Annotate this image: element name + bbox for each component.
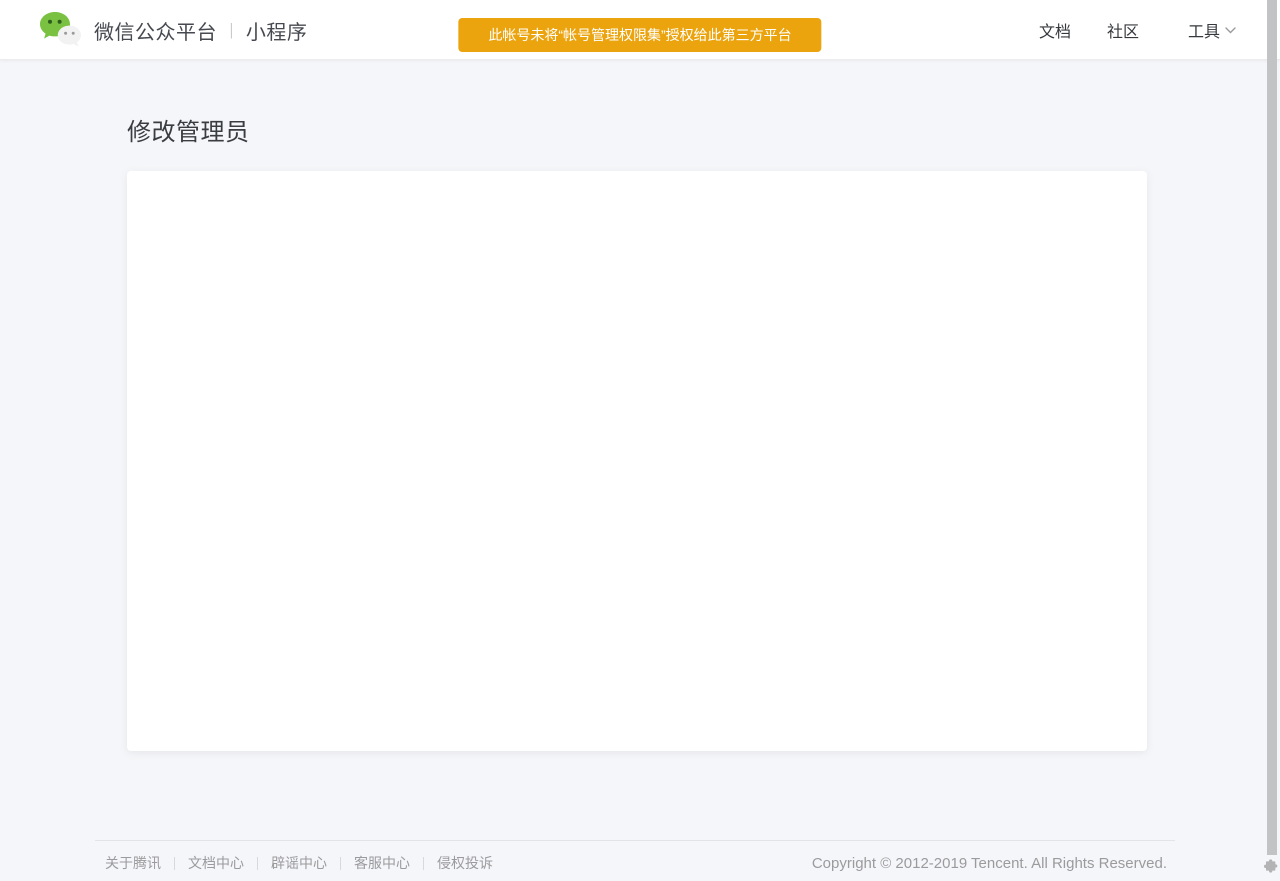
footer-link-service-center[interactable]: 客服中心 [354, 853, 410, 873]
footer-link-about-tencent[interactable]: 关于腾讯 [105, 853, 161, 873]
footer-link-infringement-complaint[interactable]: 侵权投诉 [437, 853, 493, 873]
brand-home-link[interactable]: 微信公众平台 | 小程序 [38, 0, 307, 60]
auth-warning-banner: 此帐号未将“帐号管理权限集”授权给此第三方平台 [458, 18, 821, 52]
nav-item-docs[interactable]: 文档 [1039, 18, 1071, 42]
footer-link-divider [340, 857, 341, 870]
footer-links: 关于腾讯 文档中心 辟谣中心 客服中心 侵权投诉 [105, 853, 493, 873]
puzzle-icon [1262, 858, 1278, 874]
footer-link-divider [423, 857, 424, 870]
content-panel [127, 171, 1147, 751]
copyright-text: Copyright © 2012-2019 Tencent. All Right… [812, 855, 1167, 872]
footer-link-doc-center[interactable]: 文档中心 [188, 853, 244, 873]
chevron-down-icon [1225, 21, 1236, 39]
brand-subtitle: 小程序 [246, 16, 308, 45]
nav-item-community[interactable]: 社区 [1107, 18, 1139, 42]
footer: 关于腾讯 文档中心 辟谣中心 客服中心 侵权投诉 Copyright © 201… [95, 840, 1175, 873]
nav-docs-label: 文档 [1039, 18, 1071, 42]
top-nav: 文档 社区 工具 [1003, 0, 1236, 60]
nav-community-label: 社区 [1107, 18, 1139, 42]
footer-link-divider [174, 857, 175, 870]
header: 微信公众平台 | 小程序 此帐号未将“帐号管理权限集”授权给此第三方平台 文档 … [0, 0, 1280, 60]
brand-separator: | [230, 20, 233, 40]
nav-item-tools[interactable]: 工具 [1188, 18, 1236, 42]
footer-link-divider [257, 857, 258, 870]
scrollbar-thumb[interactable] [1267, 0, 1277, 855]
wechat-logo-icon [38, 10, 82, 50]
footer-link-rumor-center[interactable]: 辟谣中心 [271, 853, 327, 873]
nav-tools-label: 工具 [1188, 18, 1220, 42]
page-title: 修改管理员 [127, 112, 250, 147]
scrollbar-track[interactable] [1267, 0, 1280, 881]
brand-title: 微信公众平台 [94, 16, 217, 45]
